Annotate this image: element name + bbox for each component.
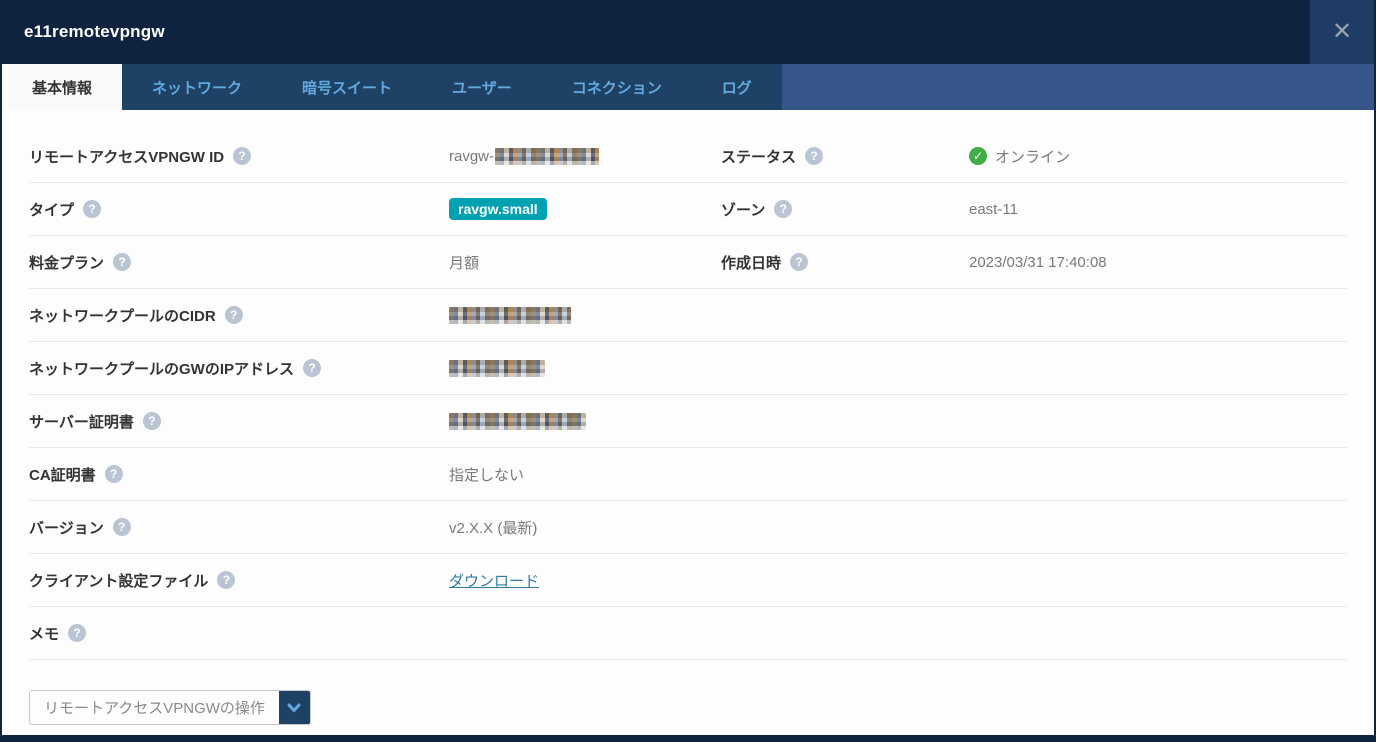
field-label-pool-gw-ip: ネットワークプールのGWのIPアドレス: [29, 358, 294, 379]
zone-value: east-11: [969, 201, 1018, 218]
help-icon[interactable]: ?: [113, 253, 131, 271]
action-area: リモートアクセスVPNGWの操作: [29, 690, 1347, 725]
row-ravgw-id-status: リモートアクセスVPNGW ID ? ravgw- ステータス ? ✓ オンライ…: [29, 130, 1347, 183]
tab-network[interactable]: ネットワーク: [122, 64, 272, 110]
ca-cert-value: 指定しない: [449, 464, 524, 485]
field-label-ca-cert: CA証明書: [29, 464, 96, 485]
field-label-created: 作成日時: [721, 252, 781, 273]
help-icon[interactable]: ?: [303, 359, 321, 377]
chevron-down-glyph: [287, 703, 301, 713]
download-link[interactable]: ダウンロード: [449, 570, 539, 591]
status-online-check-icon: ✓: [969, 147, 987, 165]
help-icon[interactable]: ?: [83, 200, 101, 218]
row-plan-created: 料金プラン ? 月額 作成日時 ? 2023/03/31 17:40:08: [29, 236, 1347, 289]
tab-list: 基本情報 ネットワーク 暗号スイート ユーザー コネクション ログ: [2, 64, 782, 110]
tab-users[interactable]: ユーザー: [422, 64, 542, 110]
help-icon[interactable]: ?: [233, 147, 251, 165]
titlebar: e11remotevpngw ✕: [2, 0, 1374, 64]
field-label-version: バージョン: [29, 517, 104, 538]
vpngw-actions-dropdown-button[interactable]: リモートアクセスVPNGWの操作: [29, 690, 311, 725]
created-value: 2023/03/31 17:40:08: [969, 254, 1107, 271]
version-value: v2.X.X (最新): [449, 517, 537, 538]
row-server-cert: サーバー証明書 ?: [29, 395, 1347, 448]
close-icon[interactable]: ✕: [1310, 0, 1374, 64]
field-label-plan: 料金プラン: [29, 252, 104, 273]
help-icon[interactable]: ?: [217, 571, 235, 589]
chevron-down-icon[interactable]: [279, 691, 310, 724]
help-icon[interactable]: ?: [790, 253, 808, 271]
vpngw-actions-label: リモートアクセスVPNGWの操作: [30, 691, 279, 724]
row-pool-gw-ip: ネットワークプールのGWのIPアドレス ?: [29, 342, 1347, 395]
row-ca-cert: CA証明書 ? 指定しない: [29, 448, 1347, 501]
field-label-zone: ゾーン: [721, 199, 765, 220]
tab-cipher-suite[interactable]: 暗号スイート: [272, 64, 422, 110]
ravgw-id-value-prefix: ravgw-: [449, 148, 494, 165]
field-label-client-config: クライアント設定ファイル: [29, 570, 208, 591]
field-label-status: ステータス: [721, 146, 796, 167]
help-icon[interactable]: ?: [105, 465, 123, 483]
field-label-memo: メモ: [29, 623, 59, 644]
row-type-zone: タイプ ? ravgw.small ゾーン ? east-11: [29, 183, 1347, 236]
tab-bar: 基本情報 ネットワーク 暗号スイート ユーザー コネクション ログ: [2, 64, 1374, 110]
field-label-ravgw-id: リモートアクセスVPNGW ID: [29, 146, 224, 167]
help-icon[interactable]: ?: [805, 147, 823, 165]
plan-value: 月額: [449, 252, 479, 273]
row-pool-cidr: ネットワークプールのCIDR ?: [29, 289, 1347, 342]
modal-bottom-border: [2, 735, 1374, 742]
pool-gw-ip-masked-value: [449, 360, 545, 377]
row-memo: メモ ?: [29, 607, 1347, 660]
help-icon[interactable]: ?: [68, 624, 86, 642]
tab-log[interactable]: ログ: [692, 64, 782, 110]
basic-info-panel: リモートアクセスVPNGW ID ? ravgw- ステータス ? ✓ オンライ…: [2, 110, 1374, 735]
tab-basic-info[interactable]: 基本情報: [2, 64, 122, 110]
server-cert-masked-value: [449, 413, 586, 430]
ravgw-id-masked-value: [495, 148, 599, 165]
pool-cidr-masked-value: [449, 307, 571, 324]
help-icon[interactable]: ?: [143, 412, 161, 430]
type-badge: ravgw.small: [449, 198, 547, 220]
field-label-pool-cidr: ネットワークプールのCIDR: [29, 305, 216, 326]
window-title: e11remotevpngw: [2, 22, 165, 42]
row-version: バージョン ? v2.X.X (最新): [29, 501, 1347, 554]
field-label-type: タイプ: [29, 199, 74, 220]
row-client-config: クライアント設定ファイル ? ダウンロード: [29, 554, 1347, 607]
tab-connections[interactable]: コネクション: [542, 64, 692, 110]
status-value: オンライン: [995, 146, 1070, 167]
field-label-server-cert: サーバー証明書: [29, 411, 134, 432]
vpngw-detail-modal: e11remotevpngw ✕ 基本情報 ネットワーク 暗号スイート ユーザー…: [0, 0, 1376, 742]
help-icon[interactable]: ?: [225, 306, 243, 324]
help-icon[interactable]: ?: [113, 518, 131, 536]
help-icon[interactable]: ?: [774, 200, 792, 218]
